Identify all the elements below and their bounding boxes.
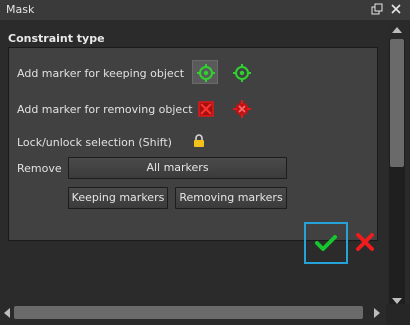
vertical-scroll-thumb[interactable] [390,39,404,167]
keep-marker-button[interactable] [228,60,254,84]
red-x-icon [356,233,374,251]
window-title: Mask [6,3,35,16]
green-checkmark-icon [315,235,337,251]
red-target-icon [233,100,251,118]
mask-panel: Constraint type Add marker for keeping o… [0,21,386,301]
title-bar: Mask [0,0,410,21]
green-target-icon [233,64,251,82]
green-target-icon [197,64,215,82]
horizontal-scroll-thumb[interactable] [14,306,363,319]
vertical-scrollbar[interactable] [386,21,410,304]
float-window-icon[interactable] [371,3,383,15]
remove-marker-button[interactable] [228,96,254,120]
remove-label: Remove [17,162,62,175]
close-icon[interactable] [390,3,402,15]
lock-selection-label: Lock/unlock selection (Shift) [17,136,172,149]
lock-icon [194,134,204,147]
ok-button[interactable] [304,222,348,264]
group-title: Constraint type [8,32,105,45]
removing-markers-button[interactable]: Removing markers [175,187,287,209]
scroll-right-arrow-icon[interactable] [374,308,380,318]
red-target-icon [198,101,214,117]
keeping-markers-button[interactable]: Keeping markers [68,187,168,209]
horizontal-scrollbar[interactable] [0,301,386,325]
cancel-button[interactable] [355,232,375,255]
remove-marker-label: Add marker for removing object [17,103,193,116]
vertical-scroll-track[interactable] [389,39,405,304]
constraint-type-group: Add marker for keeping object Add marker… [8,47,378,241]
scroll-up-arrow-icon[interactable] [392,27,402,33]
lock-toggle-button[interactable] [189,130,209,154]
scroll-corner [386,304,410,325]
scroll-left-arrow-icon[interactable] [4,308,10,318]
remove-marker-button-active[interactable] [192,96,218,120]
keep-marker-button-active[interactable] [192,60,218,84]
keep-marker-label: Add marker for keeping object [17,67,185,80]
all-markers-button[interactable]: All markers [68,157,287,179]
